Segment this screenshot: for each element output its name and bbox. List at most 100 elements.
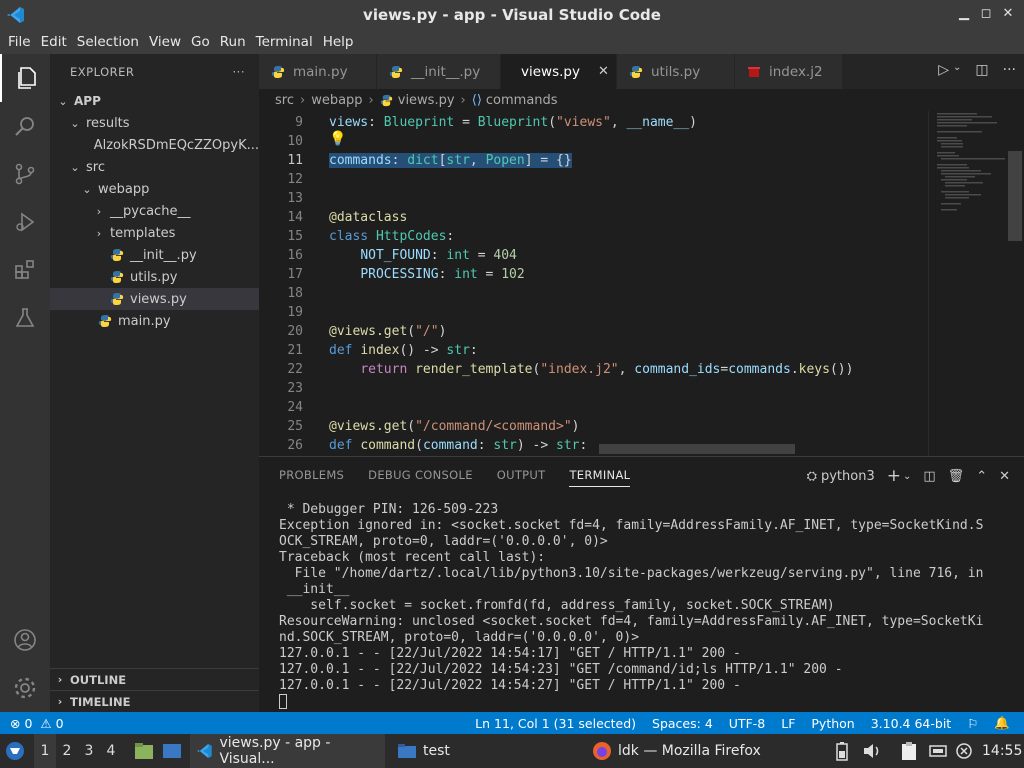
- tab-terminal[interactable]: TERMINAL: [569, 468, 631, 487]
- python-interpreter[interactable]: 3.10.4 64-bit: [863, 716, 959, 731]
- outline-section[interactable]: › OUTLINE: [50, 668, 259, 690]
- tab-debug-console[interactable]: DEBUG CONSOLE: [368, 468, 473, 482]
- tree-item-app[interactable]: ⌄ APP: [50, 90, 259, 112]
- chevron-right-icon: ›: [96, 204, 102, 218]
- terminal-line: 127.0.0.1 - - [22/Jul/2022 14:54:17] "GE…: [279, 646, 741, 661]
- tab-views-py[interactable]: views.py ✕: [501, 54, 617, 89]
- chevron-down-icon: ⌄: [82, 182, 92, 196]
- split-editor-icon[interactable]: ◫: [975, 62, 988, 78]
- terminal-name[interactable]: python3: [821, 469, 875, 484]
- settings-gear-icon[interactable]: [0, 664, 50, 712]
- breadcrumb-webapp[interactable]: webapp: [311, 93, 362, 108]
- remote-indicator[interactable]: ⊗ 0 ⚠ 0: [0, 716, 72, 731]
- workspace-4[interactable]: 4: [100, 743, 122, 759]
- tab-utils-py[interactable]: utils.py: [617, 54, 735, 89]
- menu-edit[interactable]: Edit: [36, 34, 72, 50]
- editor-vertical-scrollbar[interactable]: [1008, 151, 1022, 241]
- volume-icon[interactable]: [862, 734, 882, 768]
- python-icon: [389, 65, 403, 78]
- breadcrumb-src[interactable]: src: [275, 93, 294, 108]
- app-menu-icon[interactable]: [4, 734, 26, 768]
- vscode-logo-icon: [196, 744, 212, 758]
- terminal-prompt[interactable]: [279, 694, 1009, 712]
- more-actions-icon[interactable]: ···: [1003, 62, 1016, 78]
- menu-help[interactable]: Help: [318, 34, 359, 50]
- tree-item-results[interactable]: ⌄ results: [50, 112, 259, 134]
- notifications-icon[interactable]: [955, 734, 973, 768]
- workspace-2[interactable]: 2: [56, 743, 78, 759]
- workspace-3[interactable]: 3: [78, 743, 100, 759]
- close-icon[interactable]: ✕: [1000, 6, 1016, 22]
- tree-item-pycache[interactable]: › __pycache__: [50, 200, 259, 222]
- clock[interactable]: 14:55: [982, 734, 1022, 768]
- battery-icon[interactable]: [834, 734, 850, 768]
- tab-index-j2[interactable]: index.j2: [735, 54, 843, 89]
- menu-terminal[interactable]: Terminal: [251, 34, 318, 50]
- end-of-line[interactable]: LF: [773, 716, 803, 731]
- run-debug-icon[interactable]: [0, 198, 50, 246]
- trash-icon[interactable]: 🗑: [948, 469, 965, 484]
- maximize-panel-icon[interactable]: ⌃: [976, 469, 987, 484]
- menu-run[interactable]: Run: [215, 34, 251, 50]
- chevron-down-icon[interactable]: ⌄: [953, 62, 961, 78]
- encoding[interactable]: UTF-8: [721, 716, 773, 731]
- menu-go[interactable]: Go: [186, 34, 215, 50]
- new-terminal-icon[interactable]: +: [887, 466, 901, 486]
- feedback-icon[interactable]: ⚐: [959, 716, 986, 731]
- tree-item-main-py[interactable]: main.py: [50, 310, 259, 332]
- terminal-output[interactable]: * Debugger PIN: 126-509-223 Exception ign…: [279, 502, 1009, 712]
- tab-main-py[interactable]: main.py: [259, 54, 377, 89]
- task-vscode[interactable]: views.py - app - Visual...: [190, 734, 385, 768]
- code-editor[interactable]: 9 views: Blueprint = Blueprint("views", _…: [259, 111, 1024, 456]
- task-firefox[interactable]: ldk — Mozilla Firefox: [592, 734, 792, 768]
- testing-flask-icon[interactable]: [0, 294, 50, 342]
- menu-view[interactable]: View: [144, 34, 186, 50]
- python-icon: [110, 249, 124, 261]
- tree-item-webapp[interactable]: ⌄ webapp: [50, 178, 259, 200]
- menu-selection[interactable]: Selection: [72, 34, 144, 50]
- tab-output[interactable]: OUTPUT: [497, 468, 546, 482]
- search-icon[interactable]: [0, 102, 50, 150]
- source-control-icon[interactable]: [0, 150, 50, 198]
- tab-init-py[interactable]: __init__.py: [377, 54, 501, 89]
- minimize-icon[interactable]: ▁: [956, 6, 972, 22]
- account-icon[interactable]: [0, 616, 50, 664]
- chevron-down-icon[interactable]: ⌄: [903, 471, 911, 482]
- file-manager-icon[interactable]: [134, 734, 154, 768]
- tree-item-views-py[interactable]: views.py: [50, 288, 259, 310]
- tree-item-templates[interactable]: › templates: [50, 222, 259, 244]
- tree-item-init-py[interactable]: __init__.py: [50, 244, 259, 266]
- editor-horizontal-scrollbar[interactable]: [599, 444, 795, 454]
- tree-item-utils-py[interactable]: utils.py: [50, 266, 259, 288]
- line-number: 15: [287, 229, 303, 244]
- lightbulb-icon[interactable]: 💡: [329, 131, 346, 147]
- breadcrumb-file[interactable]: views.py: [380, 93, 455, 108]
- minimap[interactable]: [928, 111, 1008, 456]
- more-actions-icon[interactable]: ···: [233, 65, 245, 79]
- run-file-icon[interactable]: ▷: [938, 62, 949, 78]
- workspace-1[interactable]: 1: [34, 734, 56, 768]
- split-terminal-icon[interactable]: ◫: [923, 469, 935, 484]
- tree-item-label: APP: [74, 94, 101, 108]
- close-tab-icon[interactable]: ✕: [598, 64, 609, 79]
- show-desktop-icon[interactable]: [162, 734, 182, 768]
- indentation[interactable]: Spaces: 4: [644, 716, 721, 731]
- timeline-section[interactable]: › TIMELINE: [50, 690, 259, 712]
- tab-problems[interactable]: PROBLEMS: [279, 468, 344, 482]
- line-number: 10: [287, 134, 303, 149]
- task-folder[interactable]: test: [393, 734, 583, 768]
- network-icon[interactable]: [928, 734, 948, 768]
- extensions-icon[interactable]: [0, 246, 50, 294]
- language-mode[interactable]: Python: [803, 716, 862, 731]
- close-panel-icon[interactable]: ✕: [999, 469, 1010, 484]
- tree-item-src[interactable]: ⌄ src: [50, 156, 259, 178]
- cursor-position[interactable]: Ln 11, Col 1 (31 selected): [467, 716, 644, 731]
- maximize-icon[interactable]: ◻: [978, 6, 994, 22]
- notifications-bell-icon[interactable]: 🔔: [986, 715, 1024, 731]
- menu-file[interactable]: File: [3, 34, 36, 50]
- tree-item-alzokrsdmeqczzopyk[interactable]: AlzokRSDmEQcZZOpyK...: [50, 134, 259, 156]
- code-line: 23: [259, 379, 919, 398]
- breadcrumb-symbol[interactable]: commands: [486, 93, 558, 108]
- explorer-icon[interactable]: [0, 54, 50, 102]
- clipboard-icon[interactable]: [900, 734, 918, 768]
